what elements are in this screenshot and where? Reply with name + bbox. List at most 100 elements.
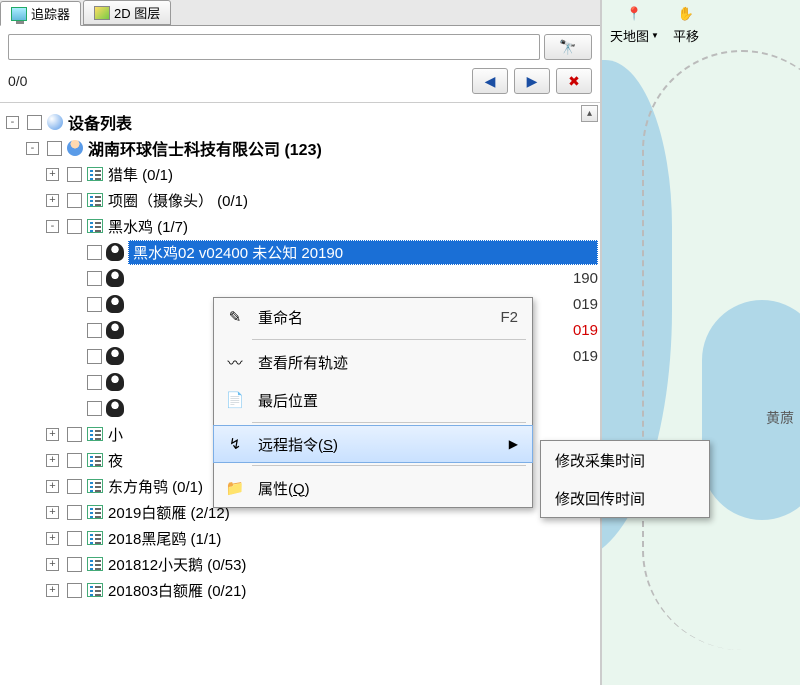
tree-device-selected[interactable]: 黑水鸡02 v02400 未公知 20190 xyxy=(6,239,598,265)
separator xyxy=(252,465,526,466)
checkbox[interactable] xyxy=(67,505,82,520)
road-shape xyxy=(642,50,800,650)
expander-icon[interactable]: + xyxy=(46,168,59,181)
checkbox[interactable] xyxy=(67,427,82,442)
list-icon xyxy=(86,191,104,209)
basemap-label: 天地图 xyxy=(610,26,649,45)
ctx-view-tracks-label: 查看所有轨迹 xyxy=(258,352,518,373)
checkbox[interactable] xyxy=(87,323,102,338)
expander-icon[interactable]: + xyxy=(46,480,59,493)
pencil-icon: ✎ xyxy=(222,304,248,330)
scroll-up-button[interactable]: ▴ xyxy=(581,105,598,122)
ctx-rename[interactable]: ✎ 重命名 F2 xyxy=(214,298,532,336)
ctx-properties-label: 属性(Q) xyxy=(258,478,518,499)
tree-group[interactable]: + 201803白额雁 (0/21) xyxy=(6,577,598,603)
person-icon xyxy=(66,139,84,157)
separator xyxy=(252,339,526,340)
checkbox[interactable] xyxy=(87,297,102,312)
context-menu: ✎ 重命名 F2 〰 查看所有轨迹 📄 最后位置 ↯ 远程指令(S) ▶ 📁 属… xyxy=(213,297,533,508)
checkbox[interactable] xyxy=(67,583,82,598)
expander-icon[interactable]: - xyxy=(26,142,39,155)
tab-layers[interactable]: 2D 图层 xyxy=(83,0,171,25)
group-icon xyxy=(46,113,64,131)
checkbox[interactable] xyxy=(67,453,82,468)
checkbox[interactable] xyxy=(67,219,82,234)
tab-bar: 追踪器 2D 图层 xyxy=(0,0,600,26)
checkbox[interactable] xyxy=(47,141,62,156)
flag-icon: 📄 xyxy=(222,387,248,413)
group-label: 夜 xyxy=(108,450,123,471)
tree-group-expanded[interactable]: - 黑水鸡 (1/7) xyxy=(6,213,598,239)
expander-icon[interactable]: + xyxy=(46,194,59,207)
penguin-icon xyxy=(106,295,124,313)
map-canvas[interactable] xyxy=(602,0,800,685)
root-label: 设备列表 xyxy=(68,110,132,134)
prev-button[interactable]: ◀ xyxy=(472,68,508,94)
tree-group[interactable]: + 猎隼 (0/1) xyxy=(6,161,598,187)
device-tail: 019 xyxy=(573,322,598,339)
ctx-remote-command-label: 远程指令(S) xyxy=(258,434,479,455)
tree-company[interactable]: - 湖南环球信士科技有限公司 (123) xyxy=(6,135,598,161)
checkbox[interactable] xyxy=(87,271,102,286)
tab-tracker[interactable]: 追踪器 xyxy=(0,1,81,26)
tree-device[interactable]: 190 xyxy=(6,265,598,291)
expander-icon[interactable]: + xyxy=(46,428,59,441)
list-icon xyxy=(86,217,104,235)
checkbox[interactable] xyxy=(67,193,82,208)
checkbox[interactable] xyxy=(87,375,102,390)
ctx-last-position[interactable]: 📄 最后位置 xyxy=(214,381,532,419)
cursor-icon: ↯ xyxy=(222,431,248,457)
binoculars-icon: 🔭 xyxy=(559,39,576,56)
tree-root[interactable]: - 设备列表 xyxy=(6,109,598,135)
delete-button[interactable]: ✖ xyxy=(556,68,592,94)
checkbox[interactable] xyxy=(67,557,82,572)
search-input[interactable] xyxy=(8,34,540,60)
list-icon xyxy=(86,581,104,599)
app-root: 追踪器 2D 图层 🔭 0/0 ◀ ▶ ✖ ▴ xyxy=(0,0,800,685)
layers-icon xyxy=(94,5,110,21)
expander-icon[interactable]: + xyxy=(46,558,59,571)
list-icon xyxy=(86,451,104,469)
tree-group[interactable]: + 2018黑尾鸥 (1/1) xyxy=(6,525,598,551)
list-icon xyxy=(86,555,104,573)
pan-label: 平移 xyxy=(673,26,699,45)
expander-icon[interactable]: + xyxy=(46,584,59,597)
next-button[interactable]: ▶ xyxy=(514,68,550,94)
submenu-remote-command: 修改采集时间 修改回传时间 xyxy=(540,440,710,518)
checkbox[interactable] xyxy=(67,167,82,182)
checkbox[interactable] xyxy=(87,401,102,416)
pan-tool[interactable]: ✋ 平移 xyxy=(673,4,699,45)
delete-icon: ✖ xyxy=(568,73,580,90)
group-label: 小 xyxy=(108,424,123,445)
ctx-view-tracks[interactable]: 〰 查看所有轨迹 xyxy=(214,343,532,381)
checkbox[interactable] xyxy=(87,245,102,260)
checkbox[interactable] xyxy=(67,479,82,494)
sub-modify-upload-time[interactable]: 修改回传时间 xyxy=(541,479,709,517)
basemap-selector[interactable]: 📍 天地图▼ xyxy=(610,4,659,45)
expander-icon[interactable]: + xyxy=(46,454,59,467)
ctx-properties[interactable]: 📁 属性(Q) xyxy=(214,469,532,507)
checkbox[interactable] xyxy=(87,349,102,364)
group-label: 201812小天鹅 (0/53) xyxy=(108,554,246,575)
sub-modify-collect-time[interactable]: 修改采集时间 xyxy=(541,441,709,479)
list-icon xyxy=(86,477,104,495)
search-button[interactable]: 🔭 xyxy=(544,34,592,60)
expander-icon[interactable]: - xyxy=(6,116,19,129)
device-label: 黑水鸡02 v02400 未公知 20190 xyxy=(128,240,598,265)
penguin-icon xyxy=(106,347,124,365)
ctx-remote-command[interactable]: ↯ 远程指令(S) ▶ xyxy=(213,425,533,463)
ctx-rename-shortcut: F2 xyxy=(500,309,518,326)
expander-icon[interactable]: + xyxy=(46,532,59,545)
sub-item-label: 修改回传时间 xyxy=(555,488,645,509)
checkbox[interactable] xyxy=(67,531,82,546)
expander-icon[interactable]: - xyxy=(46,220,59,233)
expander-icon[interactable]: + xyxy=(46,506,59,519)
group-label: 201803白额雁 (0/21) xyxy=(108,580,246,601)
group-label: 猎隼 (0/1) xyxy=(108,164,173,185)
tree-group[interactable]: + 201812小天鹅 (0/53) xyxy=(6,551,598,577)
map-panel[interactable]: 📍 天地图▼ ✋ 平移 黄蒝 xyxy=(602,0,800,685)
checkbox[interactable] xyxy=(27,115,42,130)
list-icon xyxy=(86,529,104,547)
group-label: 黑水鸡 (1/7) xyxy=(108,216,188,237)
tree-group[interactable]: + 项圈（摄像头） (0/1) xyxy=(6,187,598,213)
